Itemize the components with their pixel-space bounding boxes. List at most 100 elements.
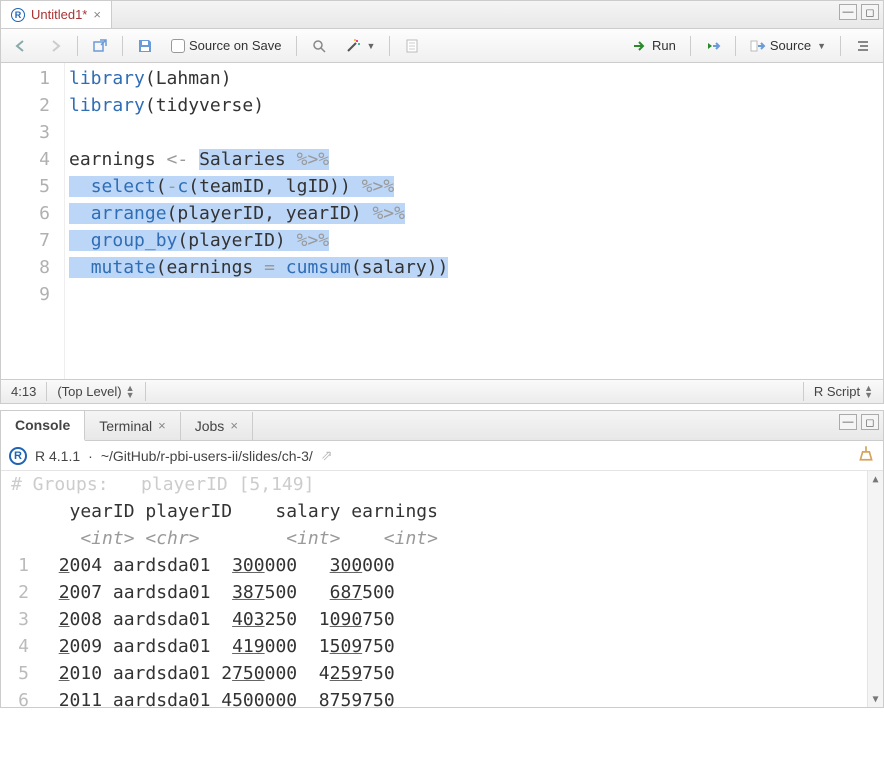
row-values: 2011 aardsda01 4500000 8759750 bbox=[37, 687, 395, 707]
pane-window-controls: — ◻ bbox=[839, 4, 879, 20]
maximize-pane-button[interactable]: ◻ bbox=[861, 414, 879, 430]
forward-button[interactable] bbox=[41, 35, 69, 57]
toolbar-separator bbox=[840, 36, 841, 56]
close-tab-icon[interactable]: × bbox=[158, 418, 166, 433]
dropdown-icon: ▼ bbox=[817, 41, 826, 51]
cursor-position: 4:13 bbox=[1, 382, 47, 401]
table-row: 4 2009 aardsda01 419000 1509750 bbox=[9, 633, 875, 660]
code-tools-button[interactable]: ▼ bbox=[339, 35, 382, 57]
row-values: 2009 aardsda01 419000 1509750 bbox=[37, 633, 395, 660]
search-icon bbox=[311, 38, 327, 54]
language-selector[interactable]: R Script ▲▼ bbox=[803, 382, 883, 401]
tab-jobs-label: Jobs bbox=[195, 418, 225, 434]
table-header-row: yearID playerID salary earnings bbox=[9, 498, 875, 525]
code-line[interactable]: group_by(playerID) %>% bbox=[69, 227, 879, 254]
row-number: 6 bbox=[9, 687, 37, 707]
run-button[interactable]: Run bbox=[626, 35, 682, 57]
code-line[interactable]: select(-c(teamID, lgID)) %>% bbox=[69, 173, 879, 200]
line-number: 8 bbox=[5, 254, 50, 281]
toolbar-separator bbox=[389, 36, 390, 56]
source-label: Source bbox=[770, 38, 811, 53]
row-number: 5 bbox=[9, 660, 37, 687]
minimize-pane-button[interactable]: — bbox=[839, 414, 857, 430]
console-output[interactable]: # Groups: playerID [5,149] yearID player… bbox=[1, 471, 883, 707]
code-line[interactable]: arrange(playerID, yearID) %>% bbox=[69, 200, 879, 227]
line-number: 1 bbox=[5, 65, 50, 92]
r-version: R 4.1.1 bbox=[35, 448, 80, 464]
scroll-up-arrow[interactable]: ▲ bbox=[868, 471, 883, 487]
pane-window-controls: — ◻ bbox=[839, 414, 879, 430]
updown-icon: ▲▼ bbox=[864, 385, 873, 399]
scroll-track[interactable] bbox=[870, 487, 881, 691]
dropdown-icon: ▼ bbox=[367, 41, 376, 51]
row-number: 1 bbox=[9, 552, 37, 579]
source-pane: R Untitled1* × — ◻ Source on Save bbox=[0, 0, 884, 404]
row-number: 2 bbox=[9, 579, 37, 606]
save-icon bbox=[137, 38, 153, 54]
code-line[interactable] bbox=[69, 281, 879, 308]
table-row: 1 2004 aardsda01 300000 300000 bbox=[9, 552, 875, 579]
code-area[interactable]: library(Lahman)library(tidyverse) earnin… bbox=[65, 63, 883, 379]
row-values: 2004 aardsda01 300000 300000 bbox=[37, 552, 395, 579]
language-label: R Script bbox=[814, 384, 860, 399]
back-button[interactable] bbox=[7, 35, 35, 57]
close-tab-icon[interactable]: × bbox=[93, 7, 101, 22]
arrow-left-icon bbox=[13, 38, 29, 54]
code-line[interactable]: earnings <- Salaries %>% bbox=[69, 146, 879, 173]
close-tab-icon[interactable]: × bbox=[230, 418, 238, 433]
table-row: 6 2011 aardsda01 4500000 8759750 bbox=[9, 687, 875, 707]
line-number: 4 bbox=[5, 146, 50, 173]
cursor-position-text: 4:13 bbox=[11, 384, 36, 399]
maximize-pane-button[interactable]: ◻ bbox=[861, 4, 879, 20]
popout-console-icon[interactable]: ⇗ bbox=[321, 447, 333, 464]
file-tab-label: Untitled1* bbox=[31, 7, 87, 22]
source-button[interactable]: Source ▼ bbox=[744, 35, 832, 57]
line-number: 6 bbox=[5, 200, 50, 227]
bottom-tab-bar: Console Terminal × Jobs × — ◻ bbox=[1, 411, 883, 441]
file-tab-untitled1[interactable]: R Untitled1* × bbox=[1, 1, 112, 28]
tab-jobs[interactable]: Jobs × bbox=[181, 412, 253, 440]
tab-console[interactable]: Console bbox=[1, 411, 85, 441]
toolbar-separator bbox=[77, 36, 78, 56]
outline-icon bbox=[855, 38, 871, 54]
editor-tab-bar: R Untitled1* × — ◻ bbox=[1, 1, 883, 29]
toolbar-separator bbox=[690, 36, 691, 56]
show-in-new-window-button[interactable] bbox=[86, 35, 114, 57]
source-on-save-label: Source on Save bbox=[189, 38, 282, 53]
editor-status-bar: 4:13 (Top Level) ▲▼ R Script ▲▼ bbox=[1, 379, 883, 403]
r-logo-icon: R bbox=[9, 447, 27, 465]
line-number-gutter: 123456789 bbox=[1, 63, 65, 379]
scope-selector[interactable]: (Top Level) ▲▼ bbox=[47, 382, 145, 401]
tab-terminal[interactable]: Terminal × bbox=[85, 412, 181, 440]
checkbox-icon bbox=[171, 39, 185, 53]
compile-report-button[interactable] bbox=[398, 35, 426, 57]
code-line[interactable]: library(Lahman) bbox=[69, 65, 879, 92]
run-label: Run bbox=[652, 38, 676, 53]
separator-dot: · bbox=[88, 448, 93, 464]
run-arrow-icon bbox=[632, 38, 648, 54]
line-number: 2 bbox=[5, 92, 50, 119]
rerun-button[interactable] bbox=[699, 35, 727, 57]
minimize-pane-button[interactable]: — bbox=[839, 4, 857, 20]
clear-console-icon[interactable] bbox=[857, 444, 875, 467]
code-line[interactable] bbox=[69, 119, 879, 146]
table-row: 3 2008 aardsda01 403250 1090750 bbox=[9, 606, 875, 633]
console-pane: Console Terminal × Jobs × — ◻ R R 4.1.1 … bbox=[0, 410, 884, 708]
save-button[interactable] bbox=[131, 35, 159, 57]
updown-icon: ▲▼ bbox=[126, 385, 135, 399]
row-number: 3 bbox=[9, 606, 37, 633]
magic-wand-icon bbox=[345, 38, 361, 54]
row-number: 4 bbox=[9, 633, 37, 660]
code-line[interactable]: mutate(earnings = cumsum(salary)) bbox=[69, 254, 879, 281]
notebook-icon bbox=[404, 38, 420, 54]
code-editor[interactable]: 123456789 library(Lahman)library(tidyver… bbox=[1, 63, 883, 379]
working-directory[interactable]: ~/GitHub/r-pbi-users-ii/slides/ch-3/ bbox=[101, 448, 313, 464]
find-button[interactable] bbox=[305, 35, 333, 57]
row-values: 2007 aardsda01 387500 687500 bbox=[37, 579, 395, 606]
source-on-save-toggle[interactable]: Source on Save bbox=[165, 35, 288, 56]
scroll-down-arrow[interactable]: ▼ bbox=[868, 691, 883, 707]
outline-button[interactable] bbox=[849, 35, 877, 57]
console-scrollbar[interactable]: ▲ ▼ bbox=[867, 471, 883, 707]
popout-icon bbox=[92, 38, 108, 54]
code-line[interactable]: library(tidyverse) bbox=[69, 92, 879, 119]
